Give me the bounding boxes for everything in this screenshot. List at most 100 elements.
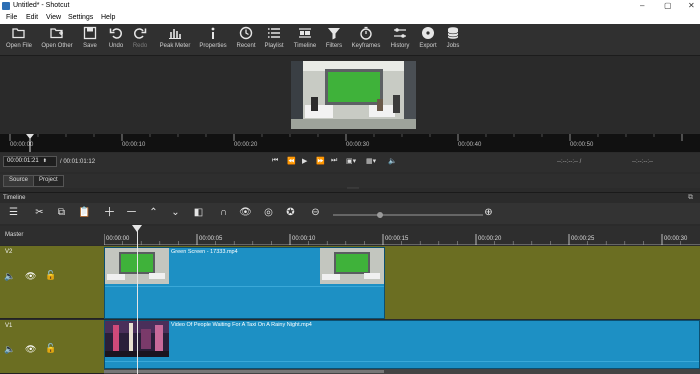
fast-forward-icon[interactable]: ⏩ (316, 157, 325, 165)
rewind-icon[interactable]: ⏪ (287, 157, 296, 165)
out-point-label: --:--:--:-- (632, 159, 653, 165)
playlist-button[interactable]: Playlist (262, 26, 286, 49)
paste-icon[interactable]: 📋 (78, 206, 91, 219)
timeline-title: Timeline (3, 195, 26, 201)
zoom-out-icon[interactable]: ⊖ (309, 206, 322, 219)
close-button[interactable]: ✕ (688, 1, 695, 10)
zoom-in-icon[interactable]: ⊕ (482, 206, 495, 219)
jobs-button[interactable]: Jobs (444, 26, 462, 49)
peak-meter-button[interactable]: Peak Meter (158, 26, 192, 49)
mute-icon[interactable]: 🔈 (4, 271, 15, 282)
save-icon (83, 26, 97, 40)
volume-icon[interactable]: 🔈 (388, 157, 397, 165)
overwrite-icon[interactable]: ⌄ (169, 206, 182, 219)
menu-bar: File Edit View Settings Help (0, 13, 700, 24)
timeline-icon (299, 28, 311, 38)
undo-icon (109, 28, 122, 39)
clip-taxi-rainy-night[interactable]: Video Of People Waiting For A Taxi On A … (104, 320, 700, 369)
lift-icon[interactable]: ⌃ (147, 206, 160, 219)
ripple-delete-icon[interactable]: － (125, 206, 138, 219)
maximize-button[interactable]: ▢ (664, 1, 672, 10)
track-header-v2[interactable]: V2 🔈 👁 🔓 (0, 246, 104, 319)
export-icon (422, 27, 434, 39)
undock-icon[interactable]: ⧉ (688, 194, 693, 202)
hide-eye-icon[interactable]: 👁 (25, 344, 36, 355)
clip-thumbnail-end (320, 248, 384, 284)
grid-icon[interactable]: ▦▾ (366, 157, 376, 165)
undo-button[interactable]: Undo (106, 26, 126, 49)
recent-icon (239, 26, 253, 40)
open-other-button[interactable]: Open Other (40, 26, 74, 49)
open-other-icon (50, 28, 63, 39)
player-ruler-label: 00:00:50 (570, 142, 594, 148)
timeline-playhead-handle-icon[interactable] (132, 225, 142, 233)
timeline-button[interactable]: Timeline (292, 26, 318, 49)
snap-icon[interactable]: ∩ (217, 206, 230, 219)
track-header-v1[interactable]: V1 🔈 👁 🔓 (0, 320, 104, 374)
folder-open-icon (12, 28, 25, 39)
timeline-horizontal-scrollbar[interactable] (104, 369, 700, 374)
timeline-ruler[interactable]: 00:00:00 00:00:05 00:00:10 00:00:15 00:0… (104, 226, 700, 245)
menu-help[interactable]: Help (101, 14, 115, 21)
audio-level-line (105, 361, 699, 362)
master-label: Master (5, 232, 24, 238)
history-button[interactable]: History (388, 26, 412, 49)
minimize-button[interactable]: – (640, 1, 644, 10)
tab-source[interactable]: Source (3, 175, 35, 187)
filters-button[interactable]: Filters (323, 26, 345, 49)
timeline-ruler-label: 00:00:15 (385, 236, 409, 242)
mute-icon[interactable]: 🔈 (4, 344, 15, 355)
timeline-playhead[interactable] (137, 228, 138, 374)
menu-edit[interactable]: Edit (26, 14, 38, 21)
timeline-ruler-label: 00:00:20 (478, 236, 502, 242)
redo-button[interactable]: Redo (131, 26, 149, 49)
clip-name: Video Of People Waiting For A Taxi On A … (171, 322, 312, 328)
menu-settings[interactable]: Settings (68, 14, 93, 21)
timeline-ruler-label: 00:00:10 (292, 236, 316, 242)
ripple-all-tracks-icon[interactable]: ✪ (284, 206, 297, 219)
skip-to-end-icon[interactable]: ⏭ (331, 157, 337, 165)
split-at-playhead-icon[interactable]: ◧ (192, 206, 205, 219)
scrub-while-dragging-icon[interactable]: 👁 (239, 206, 252, 219)
player-playhead-icon[interactable] (25, 134, 35, 152)
player-ruler[interactable]: 00:00:00 00:00:10 00:00:20 00:00:30 00:0… (0, 134, 700, 152)
lock-icon[interactable]: 🔓 (45, 270, 56, 281)
lock-icon[interactable]: 🔓 (45, 343, 56, 354)
ripple-icon[interactable]: ◎ (262, 206, 275, 219)
shotcut-app-icon (2, 2, 10, 10)
skip-to-start-icon[interactable]: ⏮ (272, 157, 278, 165)
main-toolbar: Open File Open Other Save Undo Redo Peak… (0, 24, 700, 56)
preview-image (291, 61, 416, 129)
recent-button[interactable]: Recent (234, 26, 258, 49)
hide-eye-icon[interactable]: 👁 (25, 271, 36, 282)
master-track-header[interactable]: Master (0, 226, 104, 245)
track-name: V1 (5, 323, 13, 329)
history-icon (394, 28, 406, 38)
timeline-ruler-label: 00:00:30 (664, 236, 688, 242)
zoom-icon[interactable]: ▣▾ (346, 157, 356, 165)
timeline-menu-icon[interactable]: ☰ (7, 206, 20, 219)
timeline-ruler-label: 00:00:05 (199, 236, 223, 242)
append-icon[interactable]: ＋ (103, 206, 116, 219)
clip-green-screen[interactable]: Green Screen - 17333.mp4 (104, 247, 385, 319)
keyframes-button[interactable]: Keyframes (351, 26, 381, 49)
scrollbar-thumb[interactable] (104, 370, 384, 373)
export-button[interactable]: Export (417, 26, 439, 49)
title-bar: Untitled* - Shotcut – ▢ ✕ (0, 0, 700, 13)
cut-icon[interactable]: ✂ (33, 206, 46, 219)
menu-view[interactable]: View (46, 14, 61, 21)
peak-meter-icon (169, 29, 181, 39)
current-timecode-field[interactable]: 00:00:01:21 ⬍ (3, 156, 57, 167)
properties-button[interactable]: Properties (198, 26, 228, 49)
splitter-handle-icon[interactable]: ⋯⋯ (347, 185, 359, 192)
window-title: Untitled* - Shotcut (13, 2, 70, 9)
open-file-button[interactable]: Open File (4, 26, 34, 49)
save-button[interactable]: Save (80, 26, 100, 49)
properties-icon (211, 27, 215, 39)
copy-icon[interactable]: ⧉ (55, 206, 68, 219)
menu-file[interactable]: File (6, 14, 17, 21)
timeline-toolbar: ☰ ✂ ⧉ 📋 ＋ － ⌃ ⌄ ◧ ∩ 👁 ◎ ✪ ⊖ ⊕ (0, 203, 700, 224)
play-icon[interactable]: ▶ (302, 157, 307, 165)
zoom-slider[interactable] (333, 210, 483, 220)
tab-project[interactable]: Project (33, 175, 64, 187)
